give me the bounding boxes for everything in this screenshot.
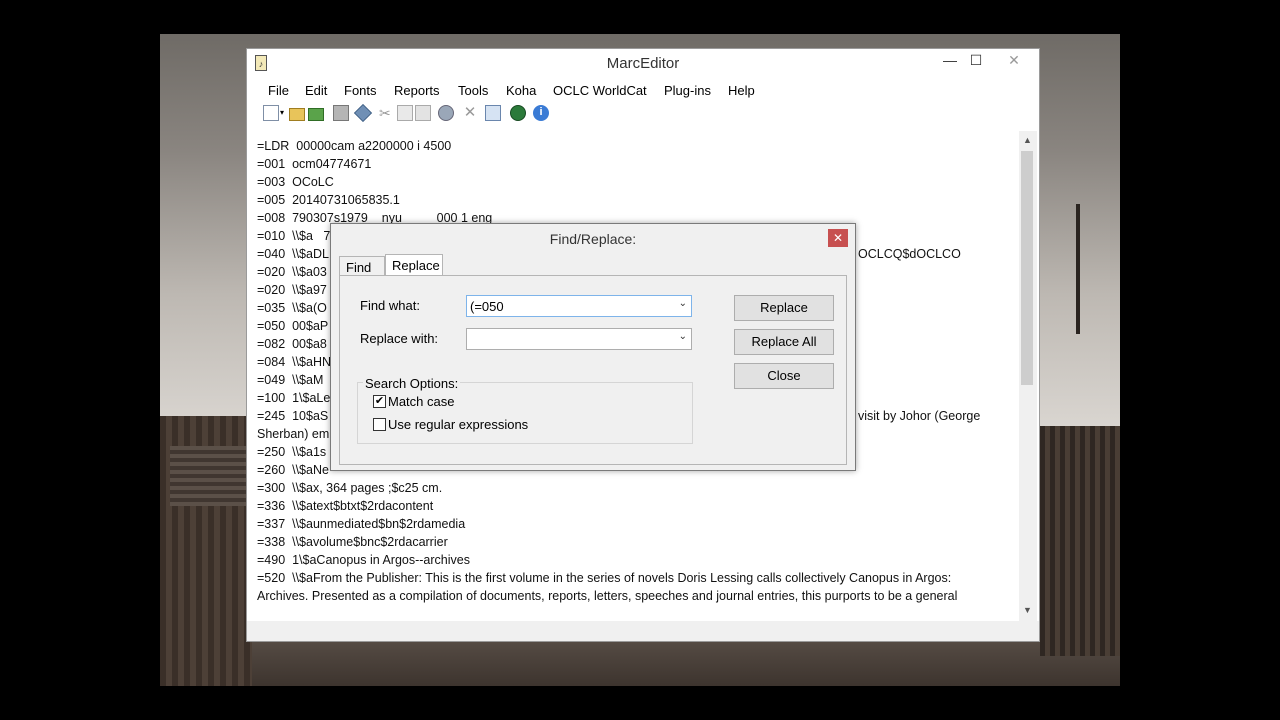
menu-help[interactable]: Help (728, 83, 755, 98)
toolbar: ▾ ✂ ✕ i (257, 103, 577, 125)
record-line-fragment: visit by Johor (George (858, 409, 981, 423)
record-line: =049 \\$aM (257, 373, 324, 387)
record-line: =003 OCoLC (257, 175, 334, 189)
info-icon[interactable]: i (533, 105, 549, 121)
menu-koha[interactable]: Koha (506, 83, 536, 98)
replace-with-label: Replace with: (360, 331, 439, 346)
record-line: =050 00$aP (257, 319, 329, 333)
dropdown-icon[interactable]: ▾ (280, 105, 286, 121)
menu-bar: File Edit Fonts Reports Tools Koha OCLC … (247, 79, 1039, 101)
record-line: =010 \\$a 7 (257, 229, 331, 243)
record-line: =490 1\$aCanopus in Argos--archives (257, 553, 470, 567)
menu-file[interactable]: File (268, 83, 289, 98)
record-line: =035 \\$a(O (257, 301, 327, 315)
scroll-down-icon[interactable]: ▼ (1023, 605, 1032, 615)
menu-plug-ins[interactable]: Plug-ins (664, 83, 711, 98)
find-what-input[interactable]: (=050 ⌄ (466, 295, 692, 317)
record-line: =005 20140731065835.1 (257, 193, 400, 207)
print-icon[interactable] (333, 105, 349, 121)
record-line: =100 1\$aLe (257, 391, 331, 405)
regex-label: Use regular expressions (388, 417, 529, 432)
wallpaper-shack-roof (170, 446, 250, 506)
status-bar (247, 621, 1039, 641)
search-options-group (357, 382, 693, 444)
record-line: Archives. Presented as a compilation of … (257, 589, 958, 603)
replace-all-button[interactable]: Replace All (734, 329, 834, 355)
find-replace-dialog: Find/Replace: ✕ Find Replace Find what: … (330, 223, 856, 471)
match-case-label: Match case (388, 394, 455, 409)
window-title: MarcEditor (606, 55, 680, 72)
tab-find[interactable]: Find (339, 256, 385, 276)
record-line: =520 \\$aFrom the Publisher: This is the… (257, 571, 952, 585)
chevron-down-icon[interactable]: ⌄ (679, 298, 687, 309)
record-line: Sherban) em (257, 427, 330, 441)
menu-edit[interactable]: Edit (305, 83, 327, 98)
record-line: =084 \\$aHN (257, 355, 332, 369)
globe-icon[interactable] (510, 105, 526, 121)
search-options-label: Search Options: (363, 376, 461, 391)
record-line: =020 \\$a03 (257, 265, 327, 279)
scroll-thumb[interactable] (1021, 151, 1033, 385)
record-line: =245 10$aS (257, 409, 329, 423)
delete-icon[interactable]: ✕ (462, 105, 478, 121)
vertical-scrollbar[interactable]: ▲ ▼ (1019, 131, 1037, 621)
record-line: =337 \\$aunmediated$bn$2rdamedia (257, 517, 466, 531)
replace-button[interactable]: Replace (734, 295, 834, 321)
find-what-label: Find what: (360, 298, 420, 313)
paste-icon[interactable] (415, 105, 431, 121)
new-icon[interactable] (263, 105, 279, 121)
dialog-title-bar[interactable]: Find/Replace: ✕ (331, 224, 855, 254)
cut-icon[interactable]: ✂ (379, 105, 395, 121)
tab-replace[interactable]: Replace (385, 254, 443, 276)
replace-with-input[interactable]: ⌄ (466, 328, 692, 350)
close-window-button[interactable]: ✕ (991, 49, 1037, 71)
validate-icon[interactable] (353, 103, 373, 123)
find-icon[interactable] (438, 105, 454, 121)
open-icon[interactable] (289, 108, 305, 121)
copy-icon[interactable] (397, 105, 413, 121)
menu-oclc-worldcat[interactable]: OCLC WorldCat (553, 83, 647, 98)
report-icon[interactable] (485, 105, 501, 121)
record-line: =260 \\$aNe (257, 463, 329, 477)
dialog-close-button[interactable]: ✕ (828, 229, 848, 247)
regex-checkbox[interactable] (373, 418, 386, 431)
record-line: =338 \\$avolume$bnc$2rdacarrier (257, 535, 448, 549)
dialog-title: Find/Replace: (549, 231, 637, 247)
record-line: =001 ocm04774671 (257, 157, 372, 171)
menu-fonts[interactable]: Fonts (344, 83, 377, 98)
title-bar[interactable]: ♪ MarcEditor — ☐ ✕ (247, 49, 1039, 77)
wallpaper-pole (1076, 204, 1080, 334)
save-icon[interactable] (308, 108, 324, 121)
match-case-checkbox[interactable]: ✔ (373, 395, 386, 408)
record-line: =LDR 00000cam a2200000 i 4500 (257, 139, 452, 153)
find-what-value: (=050 (470, 299, 504, 314)
close-button[interactable]: Close (734, 363, 834, 389)
record-line: =336 \\$atext$btxt$2rdacontent (257, 499, 434, 513)
record-line-fragment: OCLCQ$dOCLCO (858, 247, 961, 261)
record-line: =250 \\$a1s (257, 445, 327, 459)
record-line: =300 \\$ax, 364 pages ;$c25 cm. (257, 481, 443, 495)
chevron-down-icon[interactable]: ⌄ (679, 331, 687, 342)
wallpaper-shack-right (1040, 426, 1120, 656)
record-line: =020 \\$a97 (257, 283, 327, 297)
menu-tools[interactable]: Tools (458, 83, 488, 98)
scroll-up-icon[interactable]: ▲ (1023, 135, 1032, 145)
record-line: =082 00$a8 (257, 337, 327, 351)
menu-reports[interactable]: Reports (394, 83, 440, 98)
record-line: =040 \\$aDL (257, 247, 329, 261)
